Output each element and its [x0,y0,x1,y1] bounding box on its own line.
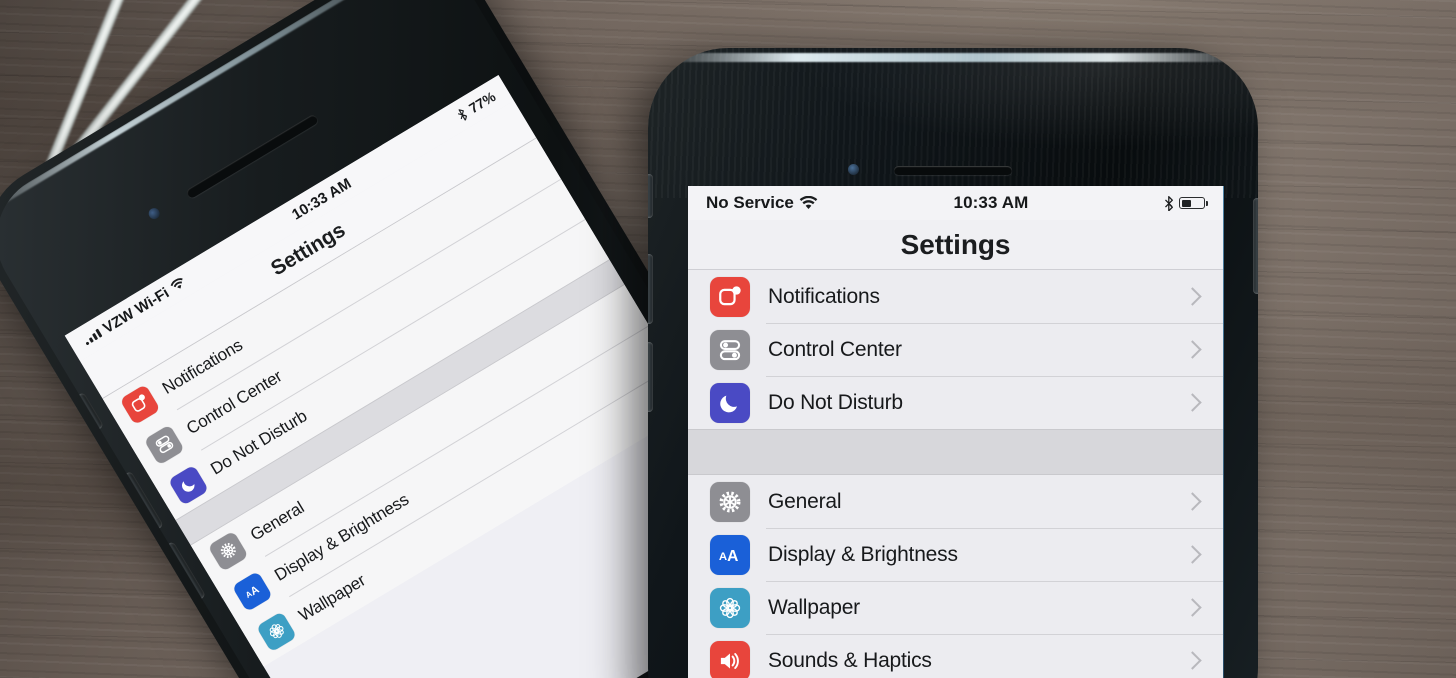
front-settings-group-2: General A A Display & Brightness Wallpap… [688,475,1223,678]
front-row-control-center[interactable]: Control Center [688,323,1223,376]
chevron-right-icon [1183,545,1202,564]
chevron-right-icon [1183,393,1202,412]
front-group-separator [688,429,1223,475]
earpiece-speaker [185,113,320,200]
rear-silent-switch[interactable] [75,391,105,431]
front-label-wallpaper: Wallpaper [768,595,860,619]
chevron-right-icon [1183,287,1202,306]
battery-icon [1179,197,1208,209]
front-status-bar: No Service 10:33 AM [688,186,1223,220]
front-row-general[interactable]: General [688,475,1223,528]
notifications-icon [710,276,750,317]
volume-up-button[interactable] [648,254,653,324]
general-gear-icon [207,530,249,572]
svg-text:A: A [719,551,727,563]
front-iphone[interactable]: No Service 10:33 AM Settings Notificatio… [648,48,1258,678]
front-nav-title: Settings [688,220,1223,270]
front-row-wallpaper[interactable]: Wallpaper [688,581,1223,634]
front-row-notifications[interactable]: Notifications [688,270,1223,323]
front-label-control-center: Control Center [768,337,902,361]
chevron-right-icon [1183,651,1202,670]
control-center-icon [143,423,185,466]
control-center-icon [710,329,750,370]
front-camera-icon [146,206,162,222]
wifi-icon [799,195,818,209]
desk-scene: VZW Wi-Fi 10:33 AM 77% Settings Notifica… [0,0,1456,678]
front-label-general: General [768,489,842,513]
wallpaper-icon [255,610,297,652]
chevron-right-icon [1183,598,1202,617]
bluetooth-icon [1165,195,1173,211]
front-settings-group-1: Notifications Control Center Do Not Dist… [688,270,1223,429]
volume-down-button[interactable] [648,342,653,412]
earpiece-speaker [894,166,1012,175]
front-label-display-brightness: Display & Brightness [768,542,958,566]
front-label-do-not-disturb: Do Not Disturb [768,390,903,414]
notifications-icon [119,383,161,425]
front-row-do-not-disturb[interactable]: Do Not Disturb [688,376,1223,429]
front-row-sounds-haptics[interactable]: Sounds & Haptics [688,634,1223,678]
svg-text:A: A [727,548,738,565]
chevron-right-icon [1183,340,1202,359]
silent-switch[interactable] [648,174,653,218]
front-camera-icon [848,164,859,175]
general-gear-icon [710,481,750,522]
front-carrier-label: No Service [706,193,794,212]
do-not-disturb-icon [710,382,750,423]
front-label-sounds-haptics: Sounds & Haptics [768,648,932,672]
cellular-signal-icon [82,328,103,346]
do-not-disturb-icon [167,464,209,506]
display-aa-icon: A A [710,534,750,575]
chevron-right-icon [1183,492,1202,511]
front-chrome-edge [672,53,1234,62]
power-button[interactable] [1253,198,1258,294]
wallpaper-icon [710,587,750,628]
front-phone-screen[interactable]: No Service 10:33 AM Settings Notificatio… [688,186,1223,678]
sounds-speaker-icon [710,640,750,678]
display-aa-icon: A A [231,570,273,612]
front-time-label: 10:33 AM [953,193,1029,212]
front-row-display-brightness[interactable]: A A Display & Brightness [688,528,1223,581]
front-label-notifications: Notifications [768,284,880,308]
glass-reflection [648,48,1258,198]
